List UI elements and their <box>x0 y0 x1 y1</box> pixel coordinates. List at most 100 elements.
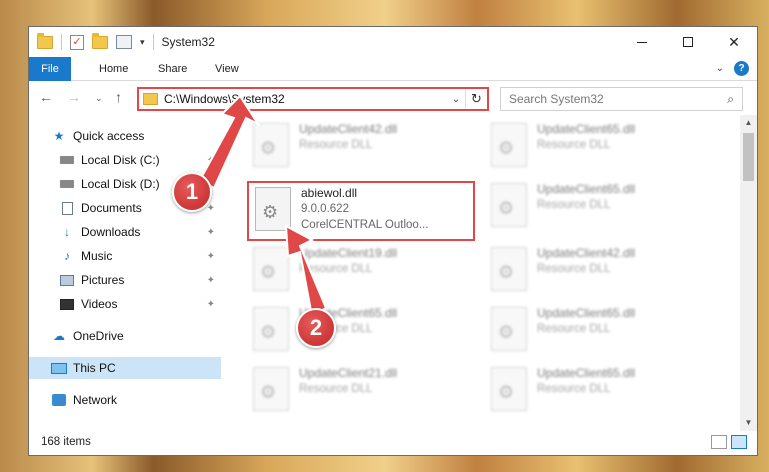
music-note-icon: ♪ <box>64 249 70 263</box>
file-name: UpdateClient42.dll <box>299 122 398 136</box>
dll-file-icon: ⚙ <box>491 307 527 351</box>
expand-ribbon-icon[interactable]: ⌄ <box>716 63 724 74</box>
list-item[interactable]: ⚙ UpdateClient65.dllResource DLL <box>247 303 467 359</box>
toolbar-dropdown-icon[interactable]: ▾ <box>140 37 145 48</box>
list-item-abiewol[interactable]: ⚙ abiewol.dll 9.0.0.622 CorelCENTRAL Out… <box>247 181 475 241</box>
dll-file-icon: ⚙ <box>491 247 527 291</box>
close-button[interactable]: ✕ <box>711 27 757 57</box>
file-name: UpdateClient65.dll <box>537 306 636 320</box>
folder-icon <box>143 93 158 105</box>
up-arrow-icon[interactable]: ↑ <box>115 89 122 105</box>
disk-icon <box>59 177 75 191</box>
sidebar-item-quick-access[interactable]: ★ Quick access <box>29 125 221 147</box>
picture-icon <box>59 273 75 287</box>
sidebar-item-label: Downloads <box>81 225 141 239</box>
recent-locations-icon[interactable]: ⌄ <box>95 93 103 104</box>
back-arrow-icon[interactable]: ← <box>39 89 53 105</box>
sidebar-item-label: OneDrive <box>73 329 124 343</box>
computer-icon <box>51 361 67 375</box>
file-description: Resource DLL <box>537 323 611 335</box>
tab-view[interactable]: View <box>215 57 239 81</box>
refresh-icon[interactable]: ↻ <box>465 89 487 109</box>
sidebar-item-downloads[interactable]: ↓ Downloads ✦ <box>29 221 221 243</box>
window-title: System32 <box>161 35 215 49</box>
dll-file-icon: ⚙ <box>253 247 289 291</box>
tab-share[interactable]: Share <box>158 57 187 81</box>
customize-toolbar-icon[interactable] <box>116 35 132 49</box>
new-folder-icon[interactable] <box>92 32 108 49</box>
sidebar-item-videos[interactable]: Videos ✦ <box>29 293 221 315</box>
properties-check-icon[interactable]: ✓ <box>70 34 84 50</box>
sidebar-item-label: This PC <box>73 361 116 375</box>
sidebar-item-label: Quick access <box>73 129 145 143</box>
list-item[interactable]: ⚙ UpdateClient65.dllResource DLL <box>485 363 705 419</box>
search-input[interactable]: Search System32 <box>509 92 727 106</box>
pin-icon[interactable]: ✦ <box>207 299 215 310</box>
vertical-scrollbar[interactable]: ▲ ▼ <box>740 115 757 431</box>
list-item[interactable]: ⚙ UpdateClient19.dll Resource DLL <box>247 243 467 299</box>
list-item[interactable]: ⚙ UpdateClient65.dll Resource DLL <box>485 119 705 175</box>
navigation-bar: ← → ⌄ ↑ C:\Windows\System32 ⌄ ↻ Search S… <box>29 85 757 113</box>
sidebar-item-label: Local Disk (D:) <box>81 177 160 191</box>
file-description: Resource DLL <box>537 383 611 395</box>
explorer-window: ✓ ▾ System32 ✕ File Home Share View ⌄ ? … <box>28 26 758 456</box>
dll-file-icon: ⚙ <box>491 123 527 167</box>
star-icon: ★ <box>53 129 65 143</box>
minimize-button[interactable] <box>619 27 665 57</box>
sidebar-item-network[interactable]: Network <box>29 389 221 411</box>
navigation-pane: ★ Quick access Local Disk (C:) ✦ Local D… <box>29 119 221 429</box>
maximize-icon <box>683 37 693 47</box>
list-item[interactable]: ⚙ UpdateClient42.dll Resource DLL <box>485 243 705 299</box>
maximize-button[interactable] <box>665 27 711 57</box>
file-description: Resource DLL <box>537 263 611 275</box>
list-item[interactable]: ⚙ UpdateClient65.dll Resource DLL <box>485 303 705 359</box>
file-description: CorelCENTRAL Outloo... <box>301 219 429 231</box>
cloud-icon: ☁ <box>53 329 65 343</box>
sidebar-item-this-pc[interactable]: This PC <box>29 357 221 379</box>
address-bar[interactable]: C:\Windows\System32 ⌄ ↻ <box>137 87 489 111</box>
scrollbar-thumb[interactable] <box>743 133 754 181</box>
pin-icon[interactable]: ✦ <box>207 155 215 166</box>
search-box[interactable]: Search System32 ⌕ <box>500 87 743 111</box>
folder-icon <box>37 32 53 49</box>
dll-file-icon: ⚙ <box>253 123 289 167</box>
sidebar-item-onedrive[interactable]: ☁ OneDrive <box>29 325 221 347</box>
download-icon: ↓ <box>64 225 70 239</box>
list-item[interactable]: ⚙ UpdateClient42.dll Resource DLL <box>247 119 467 175</box>
step-1-marker: 1 <box>172 172 212 212</box>
list-item[interactable]: ⚙ UpdateClient65.dllResource DLL <box>485 179 705 235</box>
search-icon[interactable]: ⌕ <box>727 92 734 107</box>
address-dropdown-icon[interactable]: ⌄ <box>447 94 465 105</box>
sidebar-item-music[interactable]: ♪ Music ✦ <box>29 245 221 267</box>
pin-icon[interactable]: ✦ <box>207 227 215 238</box>
file-name: abiewol.dll <box>301 186 358 200</box>
help-icon[interactable]: ? <box>734 61 749 76</box>
file-name: UpdateClient19.dll <box>299 246 398 260</box>
pin-icon[interactable]: ✦ <box>207 251 215 262</box>
details-view-icon[interactable] <box>711 435 727 449</box>
tiles-view-icon[interactable] <box>731 435 747 449</box>
list-item[interactable]: ⚙ UpdateClient21.dll Resource DLL <box>247 363 467 419</box>
document-icon <box>59 201 75 215</box>
file-name: UpdateClient21.dll <box>299 366 398 380</box>
sidebar-item-pictures[interactable]: Pictures ✦ <box>29 269 221 291</box>
tab-file[interactable]: File <box>29 57 71 81</box>
tab-home[interactable]: Home <box>99 57 128 81</box>
file-name: UpdateClient65.dll <box>537 122 636 136</box>
pin-icon[interactable]: ✦ <box>207 275 215 286</box>
sidebar-item-label: Music <box>81 249 113 263</box>
file-description: Resource DLL <box>299 139 373 151</box>
window-controls: ✕ <box>619 27 757 57</box>
forward-arrow-icon[interactable]: → <box>67 89 81 105</box>
sidebar-item-local-disk-c[interactable]: Local Disk (C:) ✦ <box>29 149 221 171</box>
scroll-up-icon[interactable]: ▲ <box>740 115 757 131</box>
dll-file-icon: ⚙ <box>255 187 291 231</box>
toolbar-divider <box>152 34 154 50</box>
address-path[interactable]: C:\Windows\System32 <box>164 92 447 106</box>
dll-file-icon: ⚙ <box>253 307 289 351</box>
file-description: Resource DLL <box>537 139 611 151</box>
file-description: Resource DLL <box>299 263 373 275</box>
sidebar-item-label: Network <box>73 393 118 407</box>
file-description: Resource DLL <box>299 383 373 395</box>
file-list: ⚙ UpdateClient42.dll Resource DLL ⚙ Updat… <box>227 119 737 429</box>
